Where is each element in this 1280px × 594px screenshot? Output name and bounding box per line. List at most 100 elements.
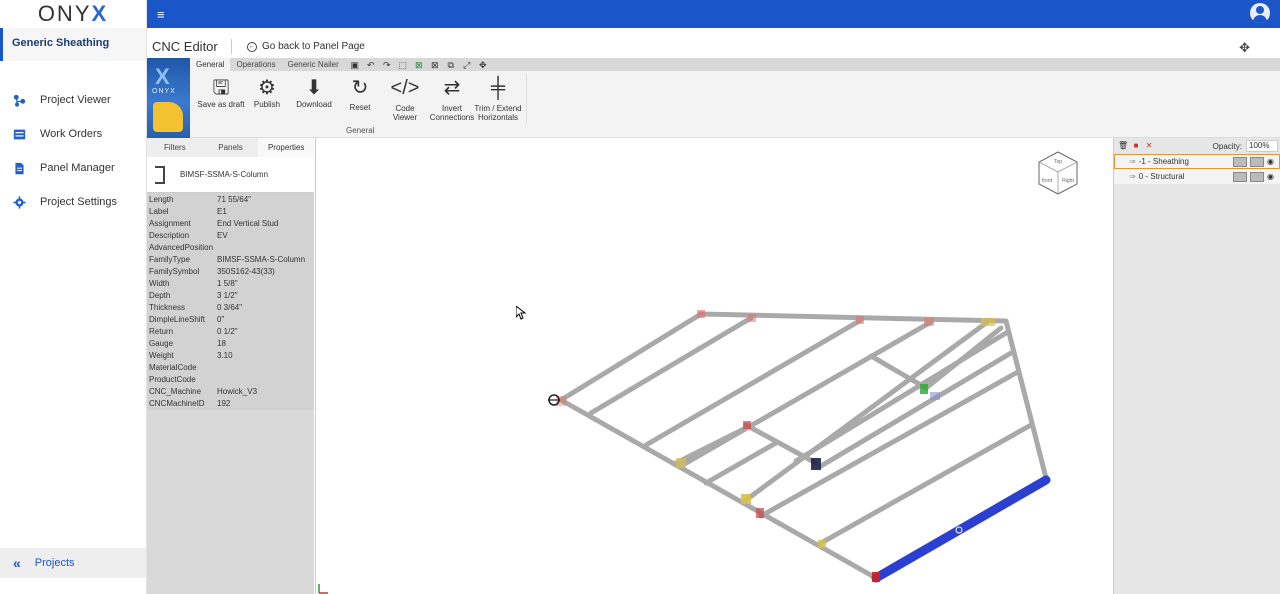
- arrow-icon: ⇒: [1129, 157, 1136, 166]
- select-icon[interactable]: ⬚: [397, 60, 409, 70]
- layer-row-sheathing[interactable]: ⇒ -1 - Sheathing ◉: [1114, 154, 1280, 169]
- tab-operations[interactable]: Operations: [230, 58, 281, 71]
- frame-member: [703, 440, 779, 486]
- layer-toggle-button[interactable]: [1233, 156, 1247, 167]
- lock-layer-icon[interactable]: ■: [1131, 141, 1141, 151]
- trim-extend-horizontals-button[interactable]: ╪ Trim / Extend Horizontals: [472, 76, 524, 122]
- property-row: Description EV: [149, 231, 228, 240]
- eye-icon[interactable]: ◉: [1267, 172, 1279, 181]
- delete-layer-icon[interactable]: 🗑: [1118, 141, 1128, 151]
- button-label-2: Viewer: [392, 113, 418, 122]
- sidebar-item-label: Panel Manager: [40, 162, 115, 174]
- reset-button[interactable]: ↻ Reset: [342, 76, 378, 112]
- property-row: DimpleLineShift 0": [149, 315, 225, 324]
- sidebar-nav: Project Viewer Work Orders Panel Manager…: [0, 83, 146, 219]
- sidebar-item-label: Project Viewer: [40, 94, 111, 106]
- deselect-icon[interactable]: ⊠: [429, 60, 441, 70]
- header-divider: [231, 39, 232, 54]
- back-arrow-icon: ←: [247, 41, 257, 52]
- download-button[interactable]: ⬇ Download: [292, 76, 336, 109]
- property-row: FamilySymbol 350S162-43(33): [149, 267, 275, 276]
- floppy-disk-icon: 🖫: [212, 77, 230, 99]
- 3d-viewport[interactable]: Top front Right: [315, 138, 1113, 594]
- redo-icon[interactable]: ↷: [381, 60, 393, 70]
- publish-gear-icon: ⚙: [258, 77, 276, 99]
- logo-text: ONY: [37, 1, 92, 26]
- publish-button[interactable]: ⚙ Publish: [248, 76, 286, 109]
- work-orders-icon: [13, 129, 26, 139]
- opacity-label: Opacity:: [1212, 141, 1242, 151]
- sidebar-item-work-orders[interactable]: Work Orders: [0, 117, 146, 151]
- layer-toggle-button[interactable]: [1250, 171, 1264, 182]
- back-to-panel-link[interactable]: ← Go back to Panel Page: [247, 41, 365, 52]
- download-icon: ⬇: [305, 77, 323, 99]
- sidebar-item-project-settings[interactable]: Project Settings: [0, 185, 146, 219]
- button-label: Publish: [253, 100, 281, 109]
- button-label: Reset: [349, 103, 371, 112]
- button-label: Trim / Extend: [474, 104, 522, 113]
- tab-general[interactable]: General: [190, 58, 231, 71]
- code-icon: </>: [390, 77, 420, 99]
- button-label: Code: [395, 104, 415, 113]
- ribbon-tabs: General Operations Generic Nailer ▣ ↶ ↷ …: [190, 58, 1280, 71]
- button-label-2: Connections: [429, 113, 475, 122]
- opacity-input[interactable]: 100%: [1246, 140, 1278, 152]
- pan-icon[interactable]: ✥: [477, 60, 489, 70]
- frame-member: [558, 397, 879, 581]
- c-section-icon: [155, 165, 165, 184]
- active-project-name[interactable]: Generic Sheathing: [0, 28, 146, 61]
- tab-panels[interactable]: Panels: [203, 138, 259, 157]
- button-label: Save as draft: [197, 100, 245, 109]
- layer-toggle-button[interactable]: [1233, 171, 1247, 182]
- property-row: Length 71 55/64": [149, 195, 251, 204]
- selected-stud[interactable]: [871, 475, 1051, 583]
- property-row: FamilyType BIMSF-SSMA-S-Column: [149, 255, 306, 264]
- save-icon[interactable]: ▣: [349, 60, 361, 70]
- property-row: AdvancedPosition: [149, 243, 214, 252]
- quick-access-icons: ▣ ↶ ↷ ⬚ ⊠ ⊠ ⧉ ⤢ ✥: [349, 60, 493, 70]
- user-account-icon[interactable]: [1250, 3, 1270, 23]
- projects-button[interactable]: « Projects: [0, 548, 146, 578]
- panel-3d-model[interactable]: [316, 138, 1113, 594]
- sidebar-item-panel-manager[interactable]: Panel Manager: [0, 151, 146, 185]
- arrow-icon: ⇒: [1129, 172, 1136, 181]
- navigation-cube[interactable]: Top front Right: [1037, 150, 1079, 201]
- app-root: ONY X Generic Sheathing Project Viewer Wo…: [0, 0, 1280, 594]
- tab-properties[interactable]: Properties: [258, 138, 315, 157]
- frame-member: [818, 422, 1034, 546]
- tab-filters[interactable]: Filters: [147, 138, 203, 157]
- property-row: Label E1: [149, 207, 227, 216]
- code-viewer-button[interactable]: </> Code Viewer: [386, 76, 424, 122]
- back-link-label: Go back to Panel Page: [262, 41, 365, 52]
- panel-tabs: Filters Panels Properties: [147, 138, 315, 157]
- undo-icon[interactable]: ↶: [365, 60, 377, 70]
- cube-front-label: front: [1042, 178, 1053, 184]
- frame-member: [673, 425, 749, 466]
- button-label-2: Horizontals: [477, 113, 518, 122]
- swap-arrows-icon: ⇄: [443, 77, 461, 99]
- onyx-logo: ONY X: [0, 0, 146, 28]
- property-row: CNC_Machine Howick_V3: [149, 387, 258, 396]
- sidebar-item-project-viewer[interactable]: Project Viewer: [0, 83, 146, 117]
- copy-icon[interactable]: ⧉: [445, 60, 457, 70]
- select-box-icon[interactable]: ⊠: [413, 60, 425, 70]
- trim-extend-icon: ╪: [490, 77, 506, 99]
- invert-connections-button[interactable]: ⇄ Invert Connections: [428, 76, 476, 122]
- logo-x: X: [91, 1, 109, 26]
- move-arrows-icon[interactable]: ✥: [1239, 40, 1250, 56]
- gear-icon: [13, 195, 26, 209]
- hamburger-menu-icon[interactable]: ≡: [157, 7, 165, 22]
- expand-icon[interactable]: ⤢: [461, 60, 473, 70]
- sidebar-item-label: Project Settings: [40, 196, 118, 208]
- editor-header: CNC Editor ← Go back to Panel Page ✥: [147, 28, 1280, 58]
- ribbon-onyx-logo: X ONYX: [147, 58, 190, 138]
- selected-member-header: BIMSF-SSMA-S-Column: [147, 157, 314, 193]
- layer-row-structural[interactable]: ⇒ 0 - Structural ◉: [1114, 169, 1280, 184]
- layer-toggle-button[interactable]: [1250, 156, 1264, 167]
- tab-generic-nailer[interactable]: Generic Nailer: [282, 58, 345, 71]
- clear-layer-icon[interactable]: ✕: [1144, 141, 1154, 151]
- save-as-draft-button[interactable]: 🖫 Save as draft: [196, 76, 246, 109]
- eye-slash-icon[interactable]: ◉: [1267, 157, 1279, 166]
- property-row: Gauge 18: [149, 339, 226, 348]
- sidebar: ONY X Generic Sheathing Project Viewer Wo…: [0, 0, 147, 594]
